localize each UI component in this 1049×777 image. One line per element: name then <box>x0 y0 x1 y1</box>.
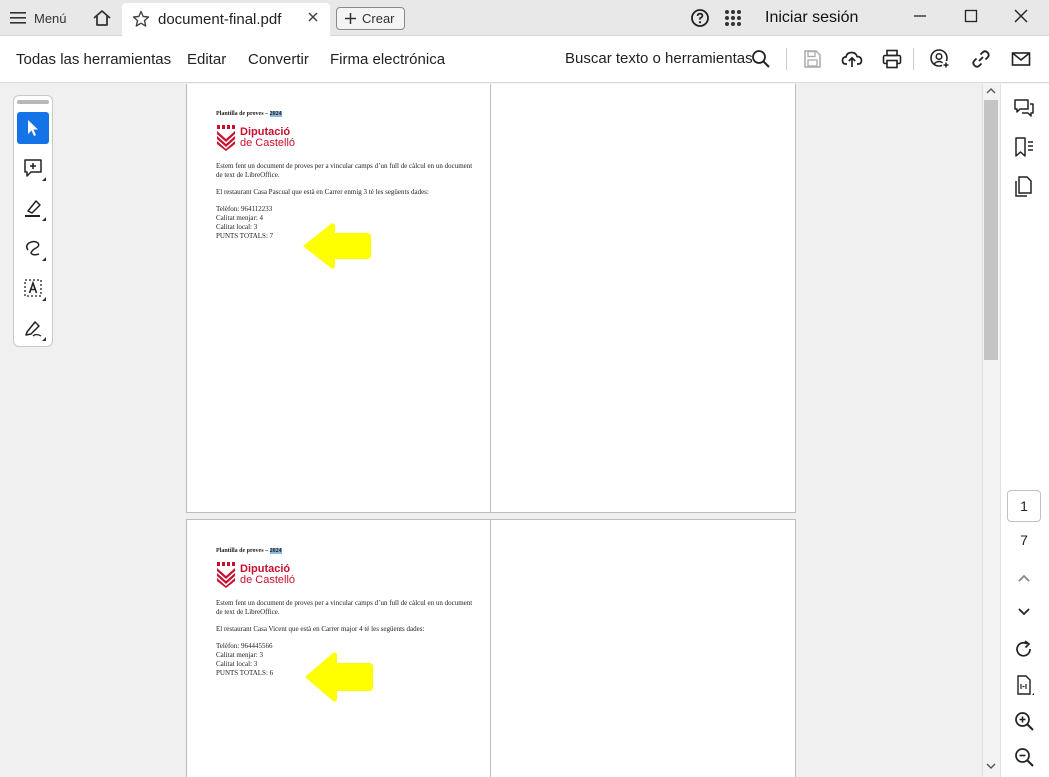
year-highlight: 2024 <box>269 548 282 554</box>
comments-icon[interactable] <box>1013 97 1035 119</box>
select-tool[interactable] <box>17 112 49 144</box>
chevron-down-icon[interactable] <box>986 761 996 771</box>
sign-in-link[interactable]: Iniciar sesión <box>765 9 858 27</box>
title-bar: Menú document-final.pdf Crear Iniciar se… <box>0 0 1049 36</box>
freehand-icon <box>25 240 40 256</box>
logo-emblem-icon <box>217 125 235 151</box>
share-user-icon[interactable] <box>929 48 951 70</box>
create-label: Crear <box>362 11 395 26</box>
page-total: 7 <box>1020 532 1028 548</box>
cloud-upload-icon[interactable] <box>841 48 863 70</box>
star-icon[interactable] <box>132 10 150 28</box>
fit-page-icon[interactable] <box>1013 674 1035 696</box>
vertical-scrollbar[interactable] <box>982 84 1000 777</box>
tab-title: document-final.pdf <box>158 11 282 28</box>
restaurant-paragraph: El restaurant Casa Vicent que està en Ca… <box>216 625 425 633</box>
yellow-arrow-annotation[interactable] <box>299 221 375 271</box>
document-viewer[interactable]: Plantilla de proves – 2024 Diputació de C… <box>62 84 982 777</box>
yellow-arrow-annotation[interactable] <box>301 650 377 704</box>
submenu-corner <box>42 297 46 301</box>
print-icon[interactable] <box>881 48 903 70</box>
save-icon[interactable] <box>801 48 823 70</box>
restaurant-paragraph: El restaurant Casa Pascual que està en C… <box>216 188 429 196</box>
diputacio-logo: Diputació de Castelló <box>216 560 476 590</box>
help-icon[interactable] <box>690 8 710 28</box>
submenu-corner <box>42 337 46 341</box>
submenu-corner <box>42 217 46 221</box>
page-header: Plantilla de proves – 2024 <box>216 110 476 119</box>
bookmarks-icon[interactable] <box>1013 136 1035 158</box>
document-tab[interactable]: document-final.pdf <box>122 3 330 36</box>
edit-menu[interactable]: Editar <box>187 51 226 68</box>
submenu-corner <box>42 177 46 181</box>
chevron-up-icon[interactable] <box>986 86 996 96</box>
logo-line-2: de Castelló <box>240 574 296 586</box>
link-icon[interactable] <box>970 48 992 70</box>
highlight-tool[interactable] <box>17 192 49 224</box>
logo-emblem-icon <box>217 562 235 588</box>
right-panel-rail: 1 7 <box>1000 84 1049 777</box>
intro-paragraph: Estem fent un document de proves per a v… <box>216 599 473 616</box>
phone-line: Telèfon: 964112233 <box>216 205 273 213</box>
close-icon[interactable] <box>306 10 320 24</box>
zoom-out-icon[interactable] <box>1013 746 1035 768</box>
apps-grid-icon[interactable] <box>724 9 742 27</box>
hamburger-icon <box>10 12 26 24</box>
cursor-icon <box>28 120 38 136</box>
text-box-icon <box>24 279 42 297</box>
submenu-corner <box>42 257 46 261</box>
logo-text: Diputació de Castelló <box>240 564 295 586</box>
toolbar-divider <box>786 48 787 70</box>
comment-add-icon <box>24 159 42 177</box>
convert-menu[interactable]: Convertir <box>248 51 309 68</box>
home-icon <box>93 10 111 26</box>
diputacio-logo: Diputació de Castelló <box>216 123 476 153</box>
pdf-page-2 <box>490 84 796 513</box>
page-header-text: Plantilla de proves – <box>216 111 270 117</box>
window-close-icon[interactable] <box>1013 8 1029 24</box>
menu-button[interactable]: Menú <box>10 6 67 30</box>
pdf-page-3: Plantilla de proves – 2024 Diputació de C… <box>186 519 491 777</box>
pdf-page-1: Plantilla de proves – 2024 Diputació de C… <box>186 84 491 513</box>
chevron-up-icon[interactable] <box>1013 568 1035 590</box>
sign-tool[interactable] <box>17 312 49 344</box>
e-signature-menu[interactable]: Firma electrónica <box>330 51 445 68</box>
logo-line-2: de Castelló <box>240 137 296 149</box>
toolbar-divider <box>913 48 914 70</box>
quick-tools-panel <box>13 95 53 347</box>
logo-text: Diputació de Castelló <box>240 127 295 149</box>
all-tools-menu[interactable]: Todas las herramientas <box>16 51 171 68</box>
rotate-icon[interactable] <box>1013 639 1035 661</box>
home-button[interactable] <box>88 5 116 31</box>
pages-thumbnails-icon[interactable] <box>1013 175 1035 197</box>
main-toolbar: Todas las herramientas Editar Convertir … <box>0 36 1049 83</box>
maximize-icon[interactable] <box>964 9 978 23</box>
menu-label: Menú <box>34 10 67 26</box>
page-header-text: Plantilla de proves – <box>216 548 270 554</box>
pdf-page-4 <box>490 519 796 777</box>
highlighter-icon <box>25 200 41 217</box>
search-icon[interactable] <box>750 48 772 70</box>
mail-icon[interactable] <box>1010 48 1032 70</box>
current-page-input[interactable]: 1 <box>1007 490 1041 522</box>
minimize-icon[interactable] <box>912 8 928 24</box>
create-button[interactable]: Crear <box>336 7 405 30</box>
scroll-thumb[interactable] <box>984 100 998 360</box>
text-tool[interactable] <box>17 272 49 304</box>
year-highlight: 2024 <box>269 111 282 117</box>
draw-tool[interactable] <box>17 232 49 264</box>
add-comment-tool[interactable] <box>17 152 49 184</box>
intro-paragraph: Estem fent un document de proves per a v… <box>216 162 473 179</box>
search-tools-label[interactable]: Buscar texto o herramientas <box>565 50 753 67</box>
page-header: Plantilla de proves – 2024 <box>216 547 476 556</box>
chevron-down-icon[interactable] <box>1013 600 1035 622</box>
plus-icon <box>345 13 356 24</box>
pen-sign-icon <box>25 321 42 337</box>
drag-handle[interactable] <box>17 100 49 104</box>
zoom-in-icon[interactable] <box>1013 710 1035 732</box>
